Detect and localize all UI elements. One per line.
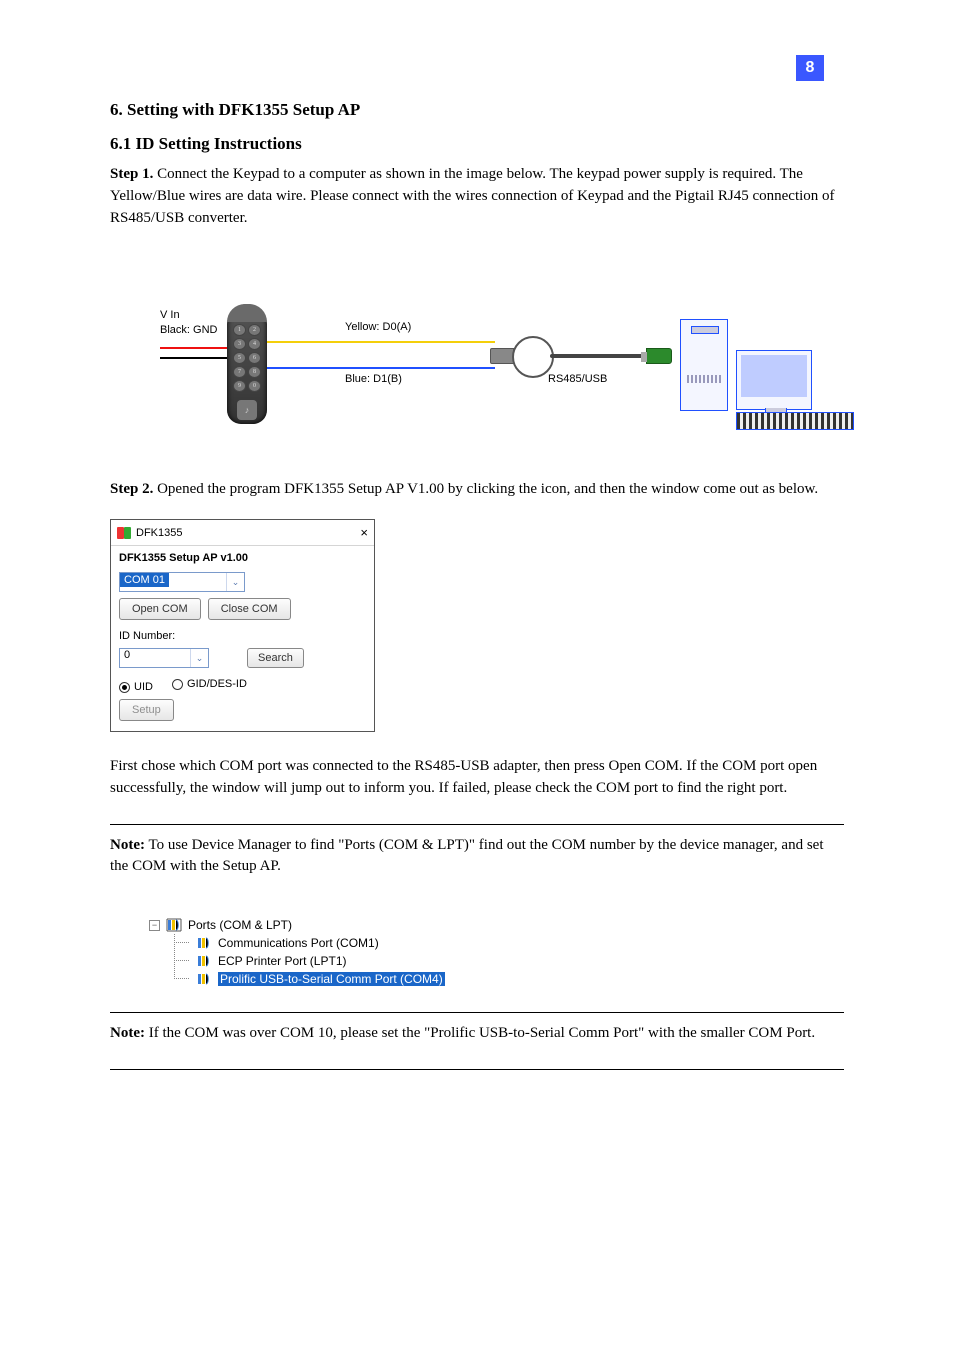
wiring-diagram: V In Black: GND Yellow: D0(A) Blue: D1(B… [110, 249, 844, 479]
divider [110, 824, 844, 825]
label-yellow-d0: Yellow: D0(A) [345, 321, 411, 333]
giddes-radio[interactable]: GID/DES-ID [172, 678, 247, 690]
divider [110, 1069, 844, 1070]
dm-item1-row: Communications Port (COM1) [140, 934, 844, 952]
page-number-badge: 8 [796, 55, 824, 81]
uid-radio-label: UID [134, 681, 153, 693]
note2-paragraph: Note: If the COM was over COM 10, please… [110, 1023, 844, 1045]
step2-explanation: First chose which COM port was connected… [110, 756, 844, 800]
wire-d0 [267, 341, 495, 343]
id-number-value: 0 [120, 647, 134, 663]
app-window-icon [117, 526, 131, 540]
dm-item3-label: Prolific USB-to-Serial Comm Port (COM4) [218, 972, 445, 986]
rs485-usb-converter [490, 334, 690, 394]
converter-usb-icon [646, 348, 672, 364]
pc-tower-icon [680, 319, 728, 411]
label-black-gnd: Black: GND [160, 324, 217, 336]
wire-d1 [267, 367, 495, 369]
giddes-radio-label: GID/DES-ID [187, 678, 247, 690]
id-number-select[interactable]: 0 ⌄ [119, 648, 209, 668]
converter-ring-icon [512, 336, 554, 378]
note1-a: To use Device Manager to find [145, 837, 338, 853]
dm-item3-row: Prolific USB-to-Serial Comm Port (COM4) [140, 970, 844, 988]
pc-keyboard-icon [736, 412, 854, 430]
port-category-icon [166, 918, 182, 932]
dm-root-label: Ports (COM & LPT) [188, 918, 292, 932]
note2-b: Prolific USB-to-Serial Comm Port [430, 1025, 638, 1041]
radio-dot-off-icon [172, 679, 183, 690]
com-port-value: COM 01 [120, 573, 169, 587]
step2-paragraph: Step 2. Opened the program DFK1355 Setup… [110, 479, 844, 501]
label-vin: V In [160, 309, 180, 321]
tree-collapse-icon[interactable]: − [149, 920, 160, 931]
pc-monitor-icon [736, 350, 812, 410]
keypad-keys: 1234567890 [233, 324, 261, 396]
chevron-down-icon: ⌄ [190, 649, 208, 667]
search-button[interactable]: Search [247, 648, 304, 668]
radio-dot-on-icon [119, 682, 130, 693]
subsection-title: 6.1 ID Setting Instructions [110, 134, 844, 154]
setup-button[interactable]: Setup [119, 699, 174, 721]
com-port-icon [196, 936, 212, 950]
com-port-select[interactable]: COM 01 ⌄ [119, 572, 245, 592]
keypad-device: 1234567890 ♪ [227, 304, 267, 424]
uid-radio[interactable]: UID [119, 681, 153, 693]
app-heading: DFK1355 Setup AP v1.00 [119, 552, 366, 564]
note-label: Note: [110, 837, 145, 853]
step1-text: Connect the Keypad to a computer as show… [110, 166, 835, 226]
keypad-top [227, 304, 267, 322]
note2-c: with the smaller COM Port. [644, 1025, 815, 1041]
device-manager-tree: − Ports (COM & LPT) Communications Port … [140, 916, 844, 988]
note-label: Note: [110, 1025, 145, 1041]
wire-gnd [160, 357, 228, 359]
step1-paragraph: Step 1. Connect the Keypad to a computer… [110, 164, 844, 229]
dm-item2-label: ECP Printer Port (LPT1) [218, 954, 346, 968]
label-blue-d1: Blue: D1(B) [345, 373, 402, 385]
converter-jack-icon [490, 348, 514, 364]
note1-paragraph: Note: To use Device Manager to find "Por… [110, 835, 844, 879]
dm-item2-row: ECP Printer Port (LPT1) [140, 952, 844, 970]
converter-cable-icon [550, 354, 650, 358]
open-com-button[interactable]: Open COM [119, 598, 201, 620]
step1-lead: Step 1. [110, 166, 153, 182]
app-title: DFK1355 [136, 527, 182, 539]
section-title: 6. Setting with DFK1355 Setup AP [110, 100, 844, 120]
step2-text: Opened the program DFK1355 Setup AP V1.0… [153, 481, 818, 497]
wire-vin [160, 347, 228, 349]
id-number-label: ID Number: [119, 630, 366, 642]
lpt-port-icon [196, 954, 212, 968]
keypad-bell-icon: ♪ [237, 400, 257, 420]
usb-serial-port-icon [196, 972, 212, 986]
dm-item1-label: Communications Port (COM1) [218, 936, 379, 950]
setup-app-screenshot: DFK1355 × DFK1355 Setup AP v1.00 COM 01 … [110, 519, 375, 732]
note1-b: Ports (COM & LPT) [344, 837, 469, 853]
note2-a: If the COM was over COM 10, please set t… [145, 1025, 424, 1041]
computer-illustration [680, 319, 880, 424]
step2-lead: Step 2. [110, 481, 153, 497]
dm-root-row: − Ports (COM & LPT) [140, 916, 844, 934]
close-icon[interactable]: × [360, 525, 368, 540]
divider [110, 1012, 844, 1013]
chevron-down-icon: ⌄ [226, 573, 244, 591]
close-com-button[interactable]: Close COM [208, 598, 291, 620]
